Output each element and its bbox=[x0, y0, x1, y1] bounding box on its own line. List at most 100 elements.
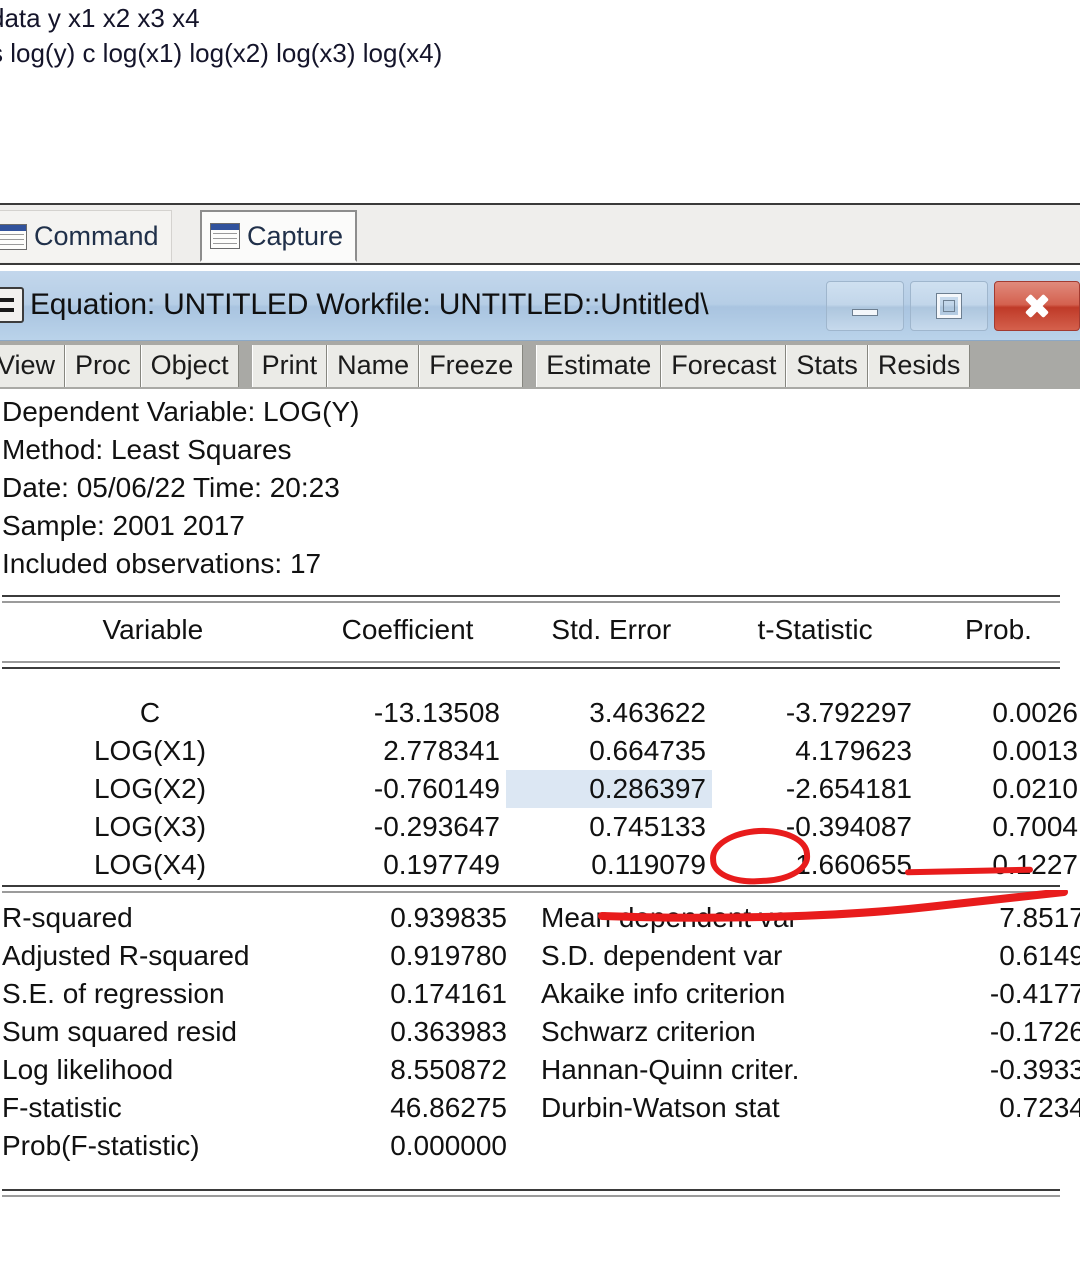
cell-t-statistic: 4.179623 bbox=[795, 735, 912, 766]
sample-line: Sample: 2001 2017 bbox=[2, 510, 245, 541]
rule-bottom bbox=[2, 1189, 1060, 1197]
stat-label-schwarz: Schwarz criterion bbox=[541, 1016, 756, 1047]
window-icon bbox=[0, 223, 27, 250]
stat-label-log-likelihood: Log likelihood bbox=[2, 1054, 174, 1085]
column-header-prob: Prob. bbox=[965, 614, 1032, 645]
stat-row: R-squared 0.939835 Mean dependent var 7.… bbox=[0, 899, 1080, 937]
table-row[interactable]: LOG(X4) 0.197749 0.119079 1.660655 0.122… bbox=[0, 846, 1080, 884]
tab-command[interactable]: Command bbox=[0, 210, 172, 262]
stat-value-schwarz: -0.172687 bbox=[989, 1016, 1080, 1047]
cell-coefficient: -0.760149 bbox=[373, 773, 500, 804]
cell-t-statistic: -0.394087 bbox=[785, 811, 912, 842]
cell-prob: 0.7004 bbox=[992, 811, 1078, 842]
toolbar-button-resids[interactable]: Resids bbox=[867, 344, 971, 387]
stat-value-durbin-watson: 0.723474 bbox=[999, 1092, 1080, 1123]
rule-mid bbox=[2, 885, 1060, 893]
stat-row: S.E. of regression 0.174161 Akaike info … bbox=[0, 975, 1080, 1013]
toolbar-button-object[interactable]: Object bbox=[140, 344, 239, 387]
column-header-t-statistic: t-Statistic bbox=[757, 614, 873, 645]
stat-value-sd-dependent-var: 0.614905 bbox=[999, 940, 1080, 971]
rule-below-header bbox=[2, 661, 1060, 669]
toolbar-button-proc[interactable]: Proc bbox=[65, 344, 141, 387]
stat-value-prob-f-statistic: 0.000000 bbox=[390, 1130, 507, 1161]
stat-label-hannan-quinn: Hannan-Quinn criter. bbox=[541, 1054, 800, 1085]
rule-top bbox=[2, 595, 1060, 603]
stat-label-sd-dependent-var: S.D. dependent var bbox=[541, 940, 783, 971]
stat-label-mean-dependent-var: Mean dependent var bbox=[541, 902, 798, 933]
cell-t-statistic: -2.654181 bbox=[785, 773, 912, 804]
stat-value-mean-dependent-var: 7.851729 bbox=[999, 902, 1080, 933]
window-controls bbox=[826, 281, 1080, 331]
method-line: Method: Least Squares bbox=[2, 434, 292, 465]
cell-std-error: 0.119079 bbox=[591, 849, 706, 880]
table-header-row: Variable Coefficient Std. Error t-Statis… bbox=[0, 611, 1080, 649]
toolbar-button-freeze[interactable]: Freeze bbox=[419, 344, 524, 387]
stat-value-hannan-quinn: -0.393390 bbox=[989, 1054, 1080, 1085]
cell-coefficient: -13.13508 bbox=[373, 697, 500, 728]
toolbar-button-estimate[interactable]: Estimate bbox=[536, 344, 662, 387]
cell-coefficient: -0.293647 bbox=[373, 811, 500, 842]
stat-row: Adjusted R-squared 0.919780 S.D. depende… bbox=[0, 937, 1080, 975]
tab-strip: Command Capture bbox=[0, 203, 1080, 265]
toolbar-button-name[interactable]: Name bbox=[327, 344, 420, 387]
cell-std-error: 0.745133 bbox=[589, 811, 706, 842]
cell-variable: LOG(X2) bbox=[93, 773, 207, 804]
window-title: Equation: UNTITLED Workfile: UNTITLED::U… bbox=[30, 288, 709, 321]
minimize-icon[interactable] bbox=[826, 281, 904, 331]
cell-prob: 0.1227 bbox=[992, 849, 1078, 880]
date-time-line: Date: 05/06/22 Time: 20:23 bbox=[2, 472, 340, 503]
stat-row: Sum squared resid 0.363983 Schwarz crite… bbox=[0, 1013, 1080, 1051]
window-title-bar[interactable]: Equation: UNTITLED Workfile: UNTITLED::U… bbox=[0, 271, 1080, 341]
stat-label-sum-squared-resid: Sum squared resid bbox=[2, 1016, 238, 1047]
command-echo-area: data y x1 x2 x3 x4 s log(y) c log(x1) lo… bbox=[0, 0, 1080, 200]
stat-value-adjusted-r-squared: 0.919780 bbox=[390, 940, 507, 971]
statistics-block: R-squared 0.939835 Mean dependent var 7.… bbox=[0, 899, 1080, 1165]
cell-coefficient: 0.197749 bbox=[383, 849, 500, 880]
regression-output: Dependent Variable: LOG(Y) Method: Least… bbox=[0, 389, 1080, 1271]
cell-prob: 0.0013 bbox=[992, 735, 1078, 766]
stat-value-f-statistic: 46.86275 bbox=[390, 1092, 507, 1123]
cell-variable: LOG(X3) bbox=[93, 811, 207, 842]
stat-label-empty bbox=[513, 1127, 911, 1165]
stat-value-empty bbox=[911, 1127, 1080, 1165]
stat-label-durbin-watson: Durbin-Watson stat bbox=[541, 1092, 780, 1123]
stat-value-r-squared: 0.939835 bbox=[390, 902, 507, 933]
toolbar-button-forecast[interactable]: Forecast bbox=[661, 344, 787, 387]
column-header-coefficient: Coefficient bbox=[341, 614, 474, 645]
table-row[interactable]: LOG(X2) -0.760149 0.286397 -2.654181 0.0… bbox=[0, 770, 1080, 808]
toolbar-separator bbox=[239, 344, 252, 386]
regression-header: Dependent Variable: LOG(Y) Method: Least… bbox=[2, 393, 359, 583]
stat-value-se-of-regression: 0.174161 bbox=[390, 978, 507, 1009]
table-row[interactable]: LOG(X3) -0.293647 0.745133 -0.394087 0.7… bbox=[0, 808, 1080, 846]
cell-t-statistic: -3.792297 bbox=[785, 697, 912, 728]
cell-variable: C bbox=[139, 697, 161, 728]
tab-command-label: Command bbox=[34, 221, 159, 251]
window-icon bbox=[210, 223, 240, 249]
equation-window: Equation: UNTITLED Workfile: UNTITLED::U… bbox=[0, 271, 1080, 1271]
stat-value-log-likelihood: 8.550872 bbox=[390, 1054, 507, 1085]
restore-icon[interactable] bbox=[910, 281, 988, 331]
cell-prob: 0.0026 bbox=[992, 697, 1078, 728]
command-line-1: data y x1 x2 x3 x4 bbox=[0, 3, 200, 33]
toolbar-button-print[interactable]: Print bbox=[251, 344, 328, 387]
stat-label-akaike: Akaike info criterion bbox=[541, 978, 786, 1009]
cell-std-error-selected[interactable]: 0.286397 bbox=[506, 770, 712, 808]
column-header-variable: Variable bbox=[102, 614, 204, 645]
cell-variable: LOG(X1) bbox=[93, 735, 207, 766]
equation-toolbar: View Proc Object Print Name Freeze Estim… bbox=[0, 341, 1080, 389]
stat-row: Log likelihood 8.550872 Hannan-Quinn cri… bbox=[0, 1051, 1080, 1089]
cell-t-statistic: 1.660655 bbox=[795, 849, 912, 880]
stat-value-sum-squared-resid: 0.363983 bbox=[390, 1016, 507, 1047]
dependent-variable-line: Dependent Variable: LOG(Y) bbox=[2, 396, 360, 427]
table-row[interactable]: C -13.13508 3.463622 -3.792297 0.0026 bbox=[0, 694, 1080, 732]
stat-label-adjusted-r-squared: Adjusted R-squared bbox=[2, 940, 250, 971]
toolbar-button-view[interactable]: View bbox=[0, 344, 66, 387]
table-row[interactable]: LOG(X1) 2.778341 0.664735 4.179623 0.001… bbox=[0, 732, 1080, 770]
toolbar-separator bbox=[523, 344, 536, 386]
close-icon[interactable] bbox=[994, 281, 1080, 331]
tab-capture[interactable]: Capture bbox=[200, 210, 358, 262]
cell-std-error: 3.463622 bbox=[589, 697, 706, 728]
stat-row: F-statistic 46.86275 Durbin-Watson stat … bbox=[0, 1089, 1080, 1127]
toolbar-button-stats[interactable]: Stats bbox=[786, 344, 868, 387]
column-header-std-error: Std. Error bbox=[551, 614, 672, 645]
